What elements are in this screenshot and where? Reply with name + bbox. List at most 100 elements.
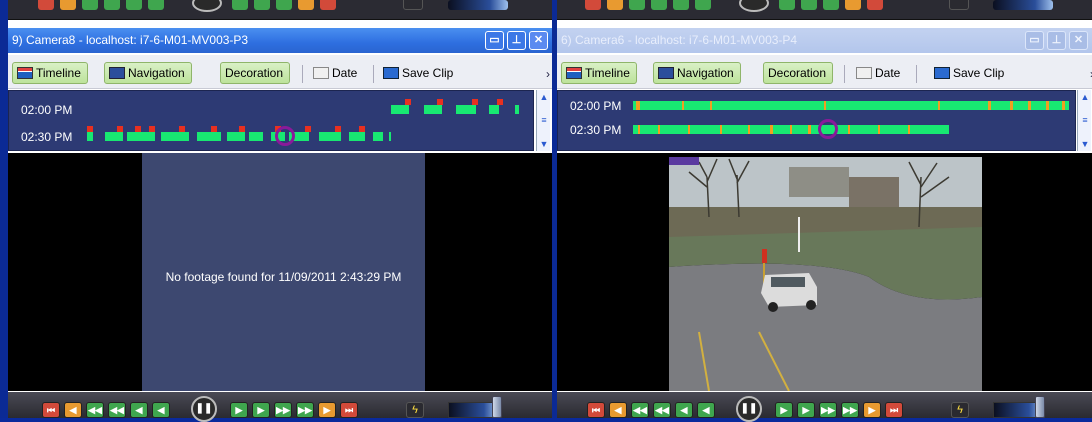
event-marker (305, 126, 311, 132)
video-viewport[interactable]: No footage found for 11/09/2011 2:43:29 … (8, 153, 552, 391)
scroll-up-icon[interactable]: ▲ (1079, 91, 1091, 103)
rewind-fast-button[interactable]: ◀◀ (86, 402, 104, 418)
playback-controls: ⏮ ◀ ◀◀ ◀◀ ◀ ◀ ❚❚ ▶ ▶ ▶▶ ▶▶ ▶ ⏭ ϟ (557, 392, 1092, 422)
date-button[interactable]: Date (851, 62, 907, 84)
navigation-button[interactable]: Navigation (653, 62, 741, 84)
pin-icon[interactable]: ⊥ (507, 31, 526, 50)
motion-marker (720, 125, 722, 134)
play-button[interactable]: ▶ (775, 402, 793, 418)
timeline-button[interactable]: Timeline (12, 62, 88, 84)
mini-button (651, 0, 667, 10)
lightning-icon[interactable]: ϟ (406, 402, 424, 418)
reverse-play-button[interactable]: ◀ (697, 402, 715, 418)
go-to-end-button[interactable]: ⏭ (885, 402, 903, 418)
pin-icon[interactable]: ⊥ (1047, 31, 1066, 50)
lightning-icon[interactable]: ϟ (951, 402, 969, 418)
fast-forward-button[interactable]: ▶▶ (274, 402, 292, 418)
motion-marker (658, 125, 660, 134)
next-event-button[interactable]: ▶ (863, 402, 881, 418)
go-to-start-button[interactable]: ⏮ (42, 402, 60, 418)
mini-speed (993, 0, 1053, 10)
motion-marker (808, 125, 811, 134)
previous-event-button[interactable]: ◀ (609, 402, 627, 418)
timeline-scrollbar[interactable]: ▲ ≡ ▼ (536, 90, 550, 151)
event-marker (135, 126, 141, 132)
previous-event-button[interactable]: ◀ (64, 402, 82, 418)
motion-marker (682, 101, 684, 110)
minimize-icon[interactable]: ▭ (1025, 31, 1044, 50)
mini-button (38, 0, 54, 10)
speed-slider-knob[interactable] (492, 396, 502, 418)
motion-marker (848, 125, 850, 134)
speed-slider-knob[interactable] (1035, 396, 1045, 418)
timeline-scrollbar[interactable]: ▲ ≡ ▼ (1077, 90, 1091, 151)
motion-marker (1010, 101, 1013, 110)
recording-segment (161, 132, 189, 141)
timeline-cursor[interactable] (818, 119, 838, 139)
pane-titlebar[interactable]: 9) Camera8 - localhost: i7-6-M01-MV003-P… (8, 28, 552, 53)
motion-marker (748, 125, 750, 134)
step-back-button[interactable]: ◀ (130, 402, 148, 418)
timeline-panel[interactable]: 02:00 PM 02:30 PM (557, 90, 1076, 151)
motion-marker (1062, 101, 1065, 110)
scroll-up-icon[interactable]: ▲ (538, 91, 550, 103)
navigation-icon (109, 67, 125, 79)
mini-button (629, 0, 645, 10)
mini-button (82, 0, 98, 10)
go-to-end-button[interactable]: ⏭ (340, 402, 358, 418)
recording-segment (389, 132, 391, 141)
navigation-button[interactable]: Navigation (104, 62, 192, 84)
next-event-button[interactable]: ▶ (318, 402, 336, 418)
save-clip-button[interactable]: Save Clip (378, 62, 460, 84)
step-back-button[interactable]: ◀ (675, 402, 693, 418)
minimize-icon[interactable]: ▭ (485, 31, 504, 50)
calendar-icon (313, 67, 329, 79)
close-icon[interactable]: ✕ (1069, 31, 1088, 50)
fast-forward-fast-button[interactable]: ▶▶ (841, 402, 859, 418)
pane-titlebar[interactable]: 6) Camera6 - localhost: i7-6-M01-MV003-P… (557, 28, 1092, 53)
play-button[interactable]: ▶ (230, 402, 248, 418)
recording-segment (227, 132, 245, 141)
mini-button (254, 0, 270, 10)
mini-button (739, 0, 769, 12)
rewind-fast-button[interactable]: ◀◀ (631, 402, 649, 418)
decoration-label: Decoration (768, 66, 827, 80)
event-marker (179, 126, 185, 132)
mini-button (320, 0, 336, 10)
timeline-panel[interactable]: 02:00 PM 02:30 PM (8, 90, 534, 151)
pane-toolbar: Timeline Navigation Decoration Date Save… (8, 55, 552, 89)
scroll-thumb[interactable]: ≡ (538, 114, 550, 126)
mini-button (276, 0, 292, 10)
decoration-label: Decoration (225, 66, 284, 80)
scroll-down-icon[interactable]: ▼ (538, 138, 550, 150)
date-button[interactable]: Date (308, 62, 364, 84)
reverse-play-button[interactable]: ◀ (152, 402, 170, 418)
rewind-button[interactable]: ◀◀ (653, 402, 671, 418)
go-to-start-button[interactable]: ⏮ (587, 402, 605, 418)
pause-icon[interactable]: ❚❚ (736, 396, 762, 422)
step-forward-button[interactable]: ▶ (252, 402, 270, 418)
event-marker (239, 126, 245, 132)
fast-forward-fast-button[interactable]: ▶▶ (296, 402, 314, 418)
rewind-button[interactable]: ◀◀ (108, 402, 126, 418)
decoration-button[interactable]: Decoration (763, 62, 834, 84)
timeline-icon (566, 67, 582, 79)
video-viewport[interactable] (557, 153, 1092, 391)
timeline-cursor[interactable] (275, 126, 295, 146)
previous-controls-strip (557, 0, 1092, 20)
pause-icon[interactable]: ❚❚ (191, 396, 217, 422)
save-clip-button[interactable]: Save Clip (929, 62, 1011, 84)
close-icon[interactable]: ✕ (529, 31, 548, 50)
timeline-button[interactable]: Timeline (561, 62, 637, 84)
motion-marker (1028, 101, 1031, 110)
step-forward-button[interactable]: ▶ (797, 402, 815, 418)
scroll-thumb[interactable]: ≡ (1079, 114, 1091, 126)
scroll-down-icon[interactable]: ▼ (1079, 138, 1091, 150)
chevron-right-icon[interactable]: › (546, 67, 550, 81)
decoration-button[interactable]: Decoration (220, 62, 291, 84)
fast-forward-button[interactable]: ▶▶ (819, 402, 837, 418)
motion-marker (790, 125, 792, 134)
event-marker (359, 126, 365, 132)
save-clip-label: Save Clip (953, 66, 1005, 80)
motion-marker (770, 125, 773, 134)
